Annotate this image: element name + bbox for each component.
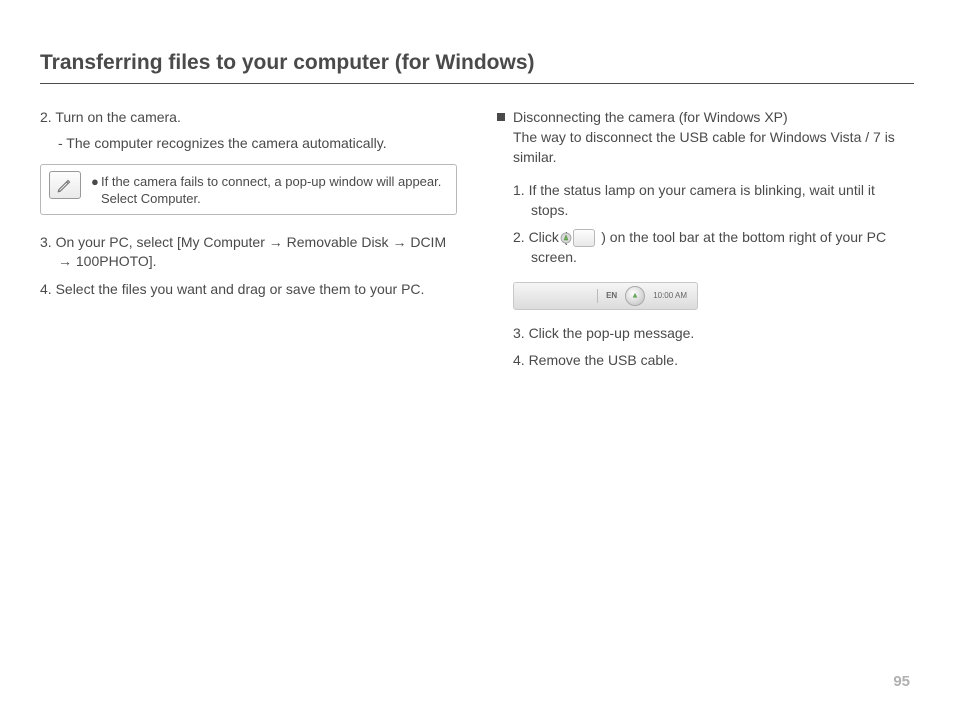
section-heading: Disconnecting the camera (for Windows XP… bbox=[513, 109, 788, 125]
page-title: Transferring files to your computer (for… bbox=[40, 48, 914, 84]
content-columns: 2. Turn on the camera. - The computer re… bbox=[40, 108, 914, 378]
step-2: 2. Turn on the camera. bbox=[40, 108, 457, 128]
right-steps: 1. If the status lamp on your camera is … bbox=[497, 181, 914, 267]
section-description: The way to disconnect the USB cable for … bbox=[513, 129, 895, 165]
right-step-3: 3. Click the pop-up message. bbox=[513, 324, 914, 344]
taskbar-lang: EN bbox=[606, 290, 617, 301]
section-heading-row: Disconnecting the camera (for Windows XP… bbox=[497, 108, 914, 167]
step-4: 4. Select the files you want and drag or… bbox=[40, 280, 457, 300]
note-line-2: Select Computer. bbox=[91, 190, 201, 208]
bullet-icon: ● bbox=[91, 173, 101, 191]
note-text: ●If the camera fails to connect, a pop-u… bbox=[91, 171, 441, 208]
right-column: Disconnecting the camera (for Windows XP… bbox=[497, 108, 914, 378]
taskbar-time: 10:00 AM bbox=[653, 290, 687, 301]
taskbar-tray-icon bbox=[625, 286, 645, 306]
right-step-1: 1. If the status lamp on your camera is … bbox=[513, 181, 914, 220]
left-column: 2. Turn on the camera. - The computer re… bbox=[40, 108, 457, 378]
step-2-sub: - The computer recognizes the camera aut… bbox=[58, 134, 457, 154]
right-steps-continued: 3. Click the pop-up message. 4. Remove t… bbox=[497, 324, 914, 371]
step-3: 3. On your PC, select [My Computer → Rem… bbox=[40, 233, 457, 272]
square-bullet-icon bbox=[497, 113, 505, 121]
manual-page: Transferring files to your computer (for… bbox=[0, 0, 954, 720]
taskbar-divider bbox=[597, 289, 598, 303]
right-step-2: 2. Click ( ) on the tool bar at the bott… bbox=[513, 228, 914, 267]
safely-remove-icon bbox=[573, 229, 595, 247]
note-box: ●If the camera fails to connect, a pop-u… bbox=[40, 164, 457, 215]
page-number: 95 bbox=[893, 671, 910, 692]
note-icon bbox=[49, 171, 81, 199]
note-line-1: If the camera fails to connect, a pop-up… bbox=[101, 174, 441, 189]
taskbar-image: EN 10:00 AM bbox=[513, 282, 698, 310]
right-step-4: 4. Remove the USB cable. bbox=[513, 351, 914, 371]
section-text: Disconnecting the camera (for Windows XP… bbox=[513, 108, 914, 167]
